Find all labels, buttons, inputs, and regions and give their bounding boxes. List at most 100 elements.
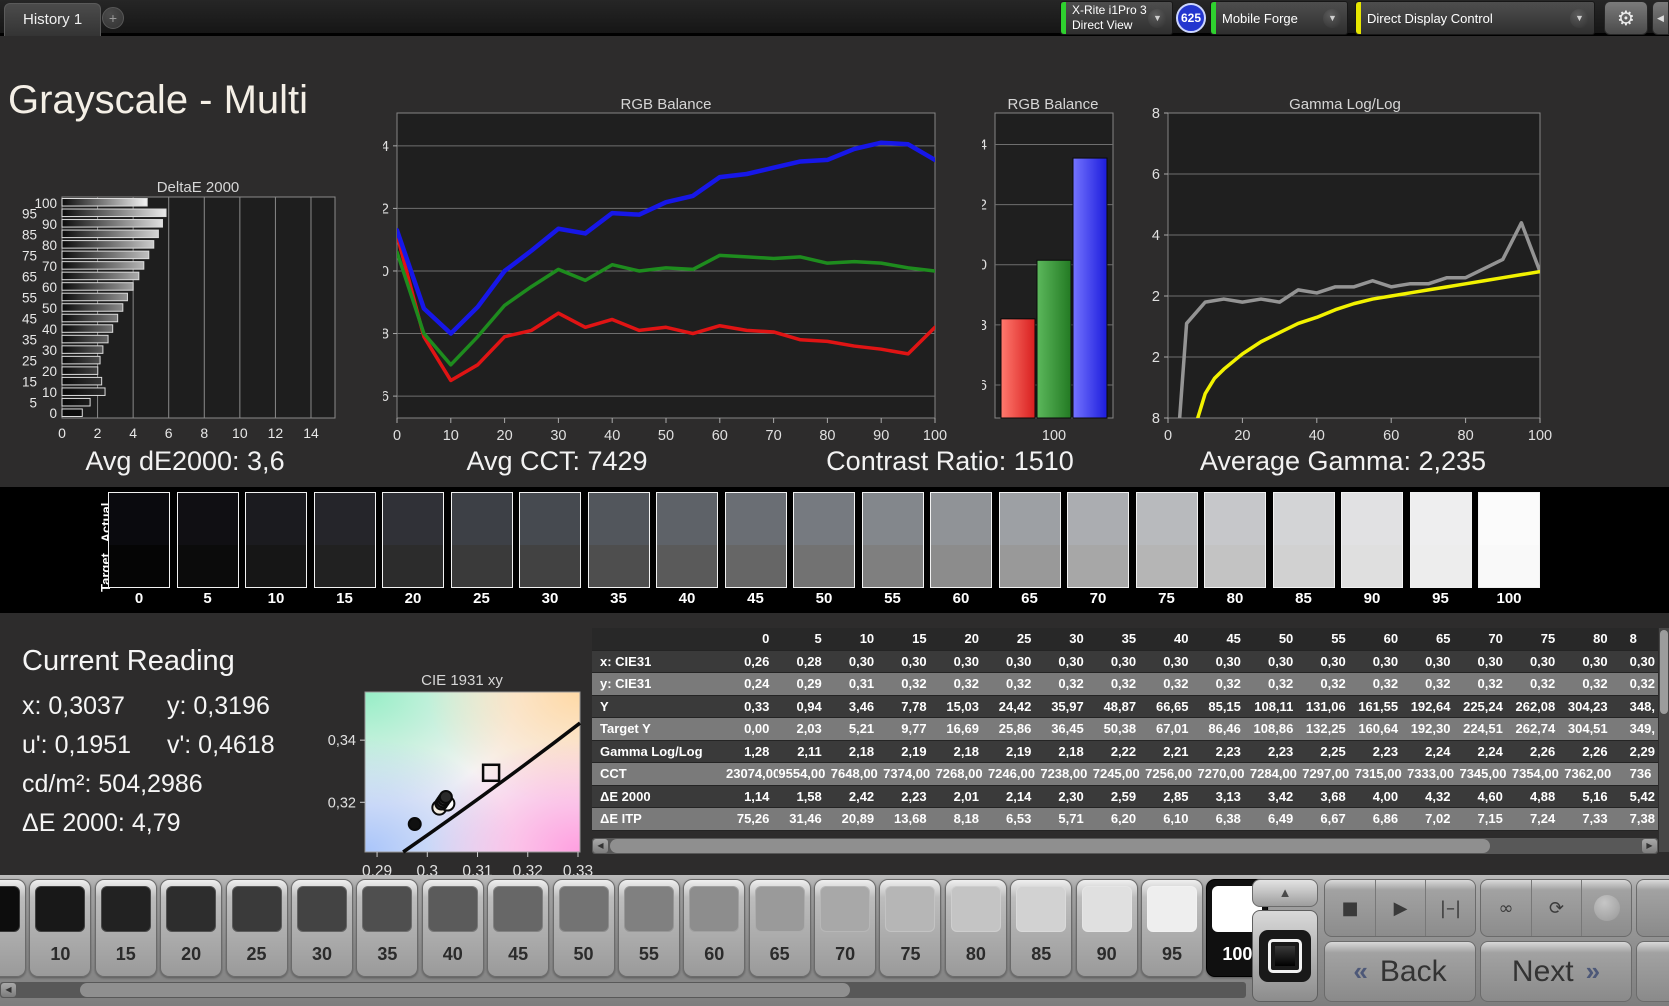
- meter-dropdown[interactable]: X-Rite i1Pro 3 Direct View ▼: [1060, 1, 1173, 35]
- back-button[interactable]: « Back: [1324, 941, 1476, 1002]
- display-control-dropdown[interactable]: Direct Display Control ▼: [1355, 1, 1595, 35]
- gray-patch: [623, 886, 674, 932]
- level-button-label: 90: [1096, 944, 1117, 964]
- svg-text:25: 25: [22, 354, 37, 369]
- workflow-dropdown[interactable]: Mobile Forge ▼: [1210, 1, 1348, 35]
- level-button-10[interactable]: 10: [29, 879, 92, 977]
- table-cell: 6,53: [1006, 811, 1032, 826]
- level-button-45[interactable]: 45: [487, 879, 550, 977]
- record-button[interactable]: [1581, 880, 1631, 936]
- reading-de2000: ΔE 2000: 4,79: [22, 809, 181, 837]
- gear-icon: ⚙: [1617, 6, 1635, 30]
- table-cell: 0,32: [1267, 676, 1294, 691]
- table-cell: 1,28: [744, 743, 770, 759]
- actual-patch: [1273, 493, 1334, 545]
- table-cell: 7,38: [1629, 811, 1655, 826]
- table-cell: 66,65: [1155, 698, 1189, 714]
- level-button-60[interactable]: 60: [683, 879, 746, 977]
- level-button-90[interactable]: 90: [1075, 879, 1138, 977]
- expand-levels-button[interactable]: ▲: [1252, 879, 1318, 907]
- level-button-partial[interactable]: [0, 879, 26, 977]
- svg-text:2: 2: [1152, 350, 1160, 366]
- table-cell: 0,30: [1058, 653, 1084, 669]
- measurement-count-badge[interactable]: 625: [1176, 3, 1206, 33]
- table-cell: 2,26: [1529, 743, 1556, 759]
- swatch-55: 55: [861, 492, 924, 607]
- swatch-label: 70: [1089, 590, 1107, 607]
- svg-text:40: 40: [42, 322, 57, 337]
- patch-window-button[interactable]: [1252, 910, 1318, 1002]
- actual-patch: [999, 493, 1060, 545]
- svg-text:6: 6: [165, 425, 173, 441]
- table-cell: 0,30: [1629, 653, 1655, 669]
- level-button-30[interactable]: 30: [290, 879, 353, 977]
- levels-scrollbar[interactable]: ◀: [0, 982, 1246, 998]
- level-button-label: 60: [704, 944, 725, 964]
- table-vscrollbar-thumb[interactable]: [1660, 630, 1668, 714]
- swatch-label: 55: [884, 590, 901, 607]
- play-button[interactable]: ▶: [1375, 880, 1425, 936]
- scroll-right-icon[interactable]: ▶: [1642, 839, 1657, 853]
- nav-partial-button[interactable]: [1636, 941, 1669, 1002]
- collapse-panel-button[interactable]: ◀: [1652, 1, 1669, 35]
- rgb-balance-line-chart: 96 98 100 102 104 0 10 20 30 40 50 60 70 80 90 100: [365, 95, 953, 455]
- scroll-left-icon[interactable]: ◀: [1, 983, 16, 997]
- swatch-label: 60: [952, 590, 970, 607]
- level-button-label: 80: [965, 944, 986, 964]
- table-cell: 48,87: [1103, 698, 1137, 714]
- swatch-label: 50: [815, 590, 833, 607]
- next-button[interactable]: Next »: [1480, 941, 1632, 1002]
- level-button-40[interactable]: 40: [421, 879, 484, 977]
- target-patch: [999, 545, 1060, 587]
- table-horizontal-scrollbar[interactable]: ◀ ▶: [592, 838, 1658, 854]
- loop-button[interactable]: ⟳: [1531, 880, 1581, 936]
- level-button-65[interactable]: 65: [748, 879, 811, 977]
- actual-patch: [177, 493, 238, 545]
- level-button-50[interactable]: 50: [552, 879, 615, 977]
- column-header: 70: [1488, 631, 1503, 646]
- swatch-25: 25: [450, 492, 513, 607]
- table-cell: 3,13: [1215, 788, 1241, 804]
- level-button-15[interactable]: 15: [94, 879, 157, 977]
- table-cell: 4,00: [1372, 788, 1399, 804]
- swatch-90: 90: [1341, 492, 1403, 607]
- svg-text:98: 98: [383, 327, 389, 343]
- table-cell: 2,42: [848, 788, 875, 804]
- infinity-button[interactable]: ∞: [1481, 880, 1531, 936]
- add-tab-button[interactable]: +: [102, 7, 124, 29]
- level-button-85[interactable]: 85: [1010, 879, 1073, 977]
- swatch-label: 75: [1158, 590, 1175, 607]
- row-label: Y: [600, 698, 609, 714]
- table-cell: 7297,00: [1302, 766, 1350, 781]
- level-button-20[interactable]: 20: [160, 879, 223, 977]
- settings-button[interactable]: ⚙: [1604, 1, 1648, 35]
- target-patch: [1068, 545, 1128, 587]
- gray-patch: [754, 886, 805, 932]
- level-button-55[interactable]: 55: [617, 879, 680, 977]
- table-cell: 16,69: [946, 721, 979, 736]
- gray-patch: [493, 886, 544, 932]
- actual-patch: [862, 493, 923, 545]
- level-button-25[interactable]: 25: [225, 879, 288, 977]
- table-vertical-scrollbar[interactable]: [1659, 628, 1669, 852]
- step-button[interactable]: |–|: [1425, 880, 1475, 936]
- level-button-row: 10 15 20 25 30 35 40 45 50 55 60 65 70 75 80 85 90 95 100: [0, 879, 1269, 977]
- level-button-75[interactable]: 75: [879, 879, 942, 977]
- workflow-name: Mobile Forge: [1222, 10, 1298, 26]
- table-scrollbar-thumb[interactable]: [610, 839, 1490, 853]
- column-header: 35: [1121, 631, 1137, 646]
- level-button-35[interactable]: 35: [356, 879, 419, 977]
- transport-partial-button[interactable]: [1636, 879, 1669, 937]
- svg-text:100: 100: [923, 428, 947, 444]
- level-button-70[interactable]: 70: [814, 879, 877, 977]
- reading-v: v': 0,4618: [167, 731, 275, 759]
- stop-button[interactable]: ■: [1325, 880, 1375, 936]
- scroll-left-icon[interactable]: ◀: [593, 839, 608, 853]
- table-cell: 0,30: [1425, 653, 1451, 669]
- history-tab[interactable]: History 1: [4, 3, 102, 36]
- table-cell: 23074,00: [726, 766, 779, 781]
- table-cell: 3,68: [1320, 788, 1346, 804]
- level-button-95[interactable]: 95: [1141, 879, 1204, 977]
- level-button-80[interactable]: 80: [944, 879, 1007, 977]
- levels-scrollbar-thumb[interactable]: [80, 983, 850, 997]
